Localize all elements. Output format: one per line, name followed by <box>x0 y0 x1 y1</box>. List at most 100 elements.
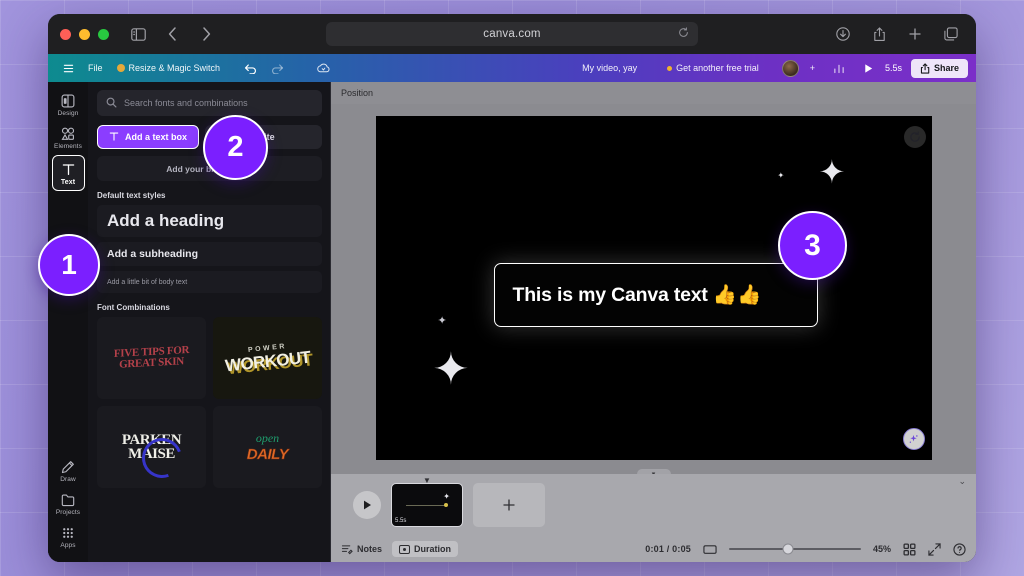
font-combination-card[interactable]: open DAILY <box>213 406 322 488</box>
back-arrow-icon[interactable] <box>159 21 185 47</box>
trial-dot-icon <box>667 65 673 71</box>
combo-text: FIVE TIPS FOR GREAT SKIN <box>113 343 190 371</box>
add-text-box-label: Add a text box <box>125 132 188 142</box>
canvas-area: ✦ ✦ ✦ ✦ This is my Canva text 👍👍 ▾ <box>331 104 976 478</box>
add-a-text-box-button[interactable]: Add a text box <box>97 125 200 149</box>
sidebar-item-design[interactable]: Design <box>51 89 85 120</box>
fit-screen-icon[interactable] <box>703 544 717 555</box>
topbar-right-group: My video, yay Get another free trial + 5… <box>575 58 968 78</box>
duration-button[interactable]: Duration <box>392 541 459 557</box>
step-badge-1: 1 <box>38 234 100 296</box>
search-input[interactable]: Search fonts and combinations <box>97 90 322 116</box>
sidebar-item-label: Projects <box>55 509 81 516</box>
animate-refresh-icon[interactable] <box>903 126 926 148</box>
minimize-window-button[interactable] <box>79 28 90 40</box>
notes-button[interactable]: Notes <box>341 544 382 555</box>
timeline-play-button[interactable] <box>353 491 381 519</box>
hamburger-menu-icon[interactable] <box>56 60 81 77</box>
tab-overview-icon[interactable] <box>938 21 964 47</box>
new-tab-icon[interactable] <box>902 21 928 47</box>
body-style-label: Add a little bit of body text <box>107 278 188 286</box>
duration-label: Duration <box>414 544 452 554</box>
default-text-styles-heading: Default text styles <box>97 191 166 200</box>
subheading-style-label: Add a subheading <box>107 248 199 260</box>
navigation-arrows <box>159 21 219 47</box>
document-title[interactable]: My video, yay <box>575 60 644 76</box>
search-placeholder: Search fonts and combinations <box>124 98 248 108</box>
zoom-slider[interactable] <box>728 543 861 555</box>
selected-text-box[interactable]: This is my Canva text 👍👍 <box>493 263 818 327</box>
forward-arrow-icon[interactable] <box>193 21 219 47</box>
add-collaborator-button[interactable]: + <box>803 60 822 76</box>
file-menu-button[interactable]: File <box>81 60 110 76</box>
preview-play-button[interactable] <box>856 60 881 77</box>
browser-actions <box>830 21 964 47</box>
maximize-window-button[interactable] <box>98 28 109 40</box>
magic-sparkle-icon[interactable] <box>902 428 925 450</box>
close-window-button[interactable] <box>60 28 71 40</box>
cloud-saved-icon[interactable] <box>309 60 338 77</box>
position-toolbar[interactable]: Position <box>331 82 976 104</box>
font-combination-card[interactable]: POWER WORKOUT <box>213 317 322 399</box>
help-icon[interactable] <box>953 542 966 556</box>
sidebar-item-label: Draw <box>60 476 76 483</box>
share-icon[interactable] <box>866 21 892 47</box>
free-trial-button[interactable]: Get another free trial <box>660 60 766 76</box>
video-duration-label: 5.5s <box>884 63 902 73</box>
timeline-collapse-icon[interactable]: ⌄ <box>958 476 966 487</box>
sidebar-item-label: Design <box>57 110 79 117</box>
crown-icon <box>116 64 125 72</box>
thumb-star-icon: ✦ <box>443 492 450 501</box>
combo-text: DAILY <box>246 446 289 464</box>
share-button[interactable]: Share <box>910 58 968 78</box>
add-a-heading-style[interactable]: Add a heading <box>97 205 322 237</box>
download-icon[interactable] <box>830 21 856 47</box>
zoom-knob[interactable] <box>782 543 794 555</box>
avatar[interactable] <box>781 59 799 77</box>
zoom-track <box>728 548 861 550</box>
redo-button[interactable] <box>264 60 291 77</box>
sidebar-item-projects[interactable]: Projects <box>51 488 85 519</box>
notes-label: Notes <box>357 544 383 554</box>
sidebar-item-draw[interactable]: Draw <box>51 455 85 486</box>
status-right-group: 0:01 / 0:05 45% <box>645 542 966 556</box>
font-combination-card[interactable]: PARKEN MAISE <box>97 406 206 488</box>
sidebar-toggle-icon[interactable] <box>125 21 151 47</box>
thumb-accent-dot <box>444 503 448 507</box>
sidebar-item-label: Apps <box>60 542 76 549</box>
position-label: Position <box>341 88 374 98</box>
step-badge-label: 2 <box>227 131 244 163</box>
page-duration-label: 5.5s <box>395 518 407 524</box>
sidebar-item-apps[interactable]: Apps <box>51 521 85 552</box>
status-row: Notes Duration 0:01 / 0:05 45% <box>331 536 976 562</box>
search-icon <box>106 97 117 110</box>
time-code: 0:01 / 0:05 <box>645 544 691 554</box>
sidebar-item-text[interactable]: Text <box>51 155 85 191</box>
combo-subtext: open <box>255 431 280 445</box>
step-badge-label: 1 <box>61 249 77 280</box>
reload-icon[interactable] <box>678 27 689 41</box>
add-page-button[interactable] <box>473 483 545 527</box>
address-bar[interactable]: canva.com <box>326 22 698 46</box>
resize-magic-switch-button[interactable]: Resize & Magic Switch <box>110 60 228 76</box>
sidebar-item-label: Elements <box>54 143 82 150</box>
bottom-bar: ▼ ⌄ ✦ 5.5s Notes Duration 0:01 / 0:05 45… <box>331 474 976 562</box>
font-combination-card[interactable]: FIVE TIPS FOR GREAT SKIN <box>97 317 206 399</box>
add-a-subheading-style[interactable]: Add a subheading <box>97 242 322 266</box>
duration-icon <box>399 544 411 554</box>
star-decoration: ✦ <box>437 315 447 327</box>
fullscreen-icon[interactable] <box>928 542 941 556</box>
add-body-text-style[interactable]: Add a little bit of body text <box>97 271 322 293</box>
design-canvas[interactable]: ✦ ✦ ✦ ✦ This is my Canva text 👍👍 <box>375 116 932 460</box>
zoom-percent-label: 45% <box>872 544 891 554</box>
undo-button[interactable] <box>237 60 264 77</box>
combo-text: PARKEN MAISE <box>121 431 182 462</box>
star-decoration: ✦ <box>777 171 785 180</box>
page-thumbnail[interactable]: ✦ 5.5s <box>391 483 463 527</box>
font-combinations-grid: FIVE TIPS FOR GREAT SKIN POWER WORKOUT P… <box>97 317 322 488</box>
sidebar-item-elements[interactable]: Elements <box>51 122 85 153</box>
canvas-column: Position ✦ ✦ ✦ ✦ This is my Canva text 👍… <box>331 82 976 562</box>
insights-icon[interactable] <box>826 60 852 77</box>
step-badge-3: 3 <box>778 211 847 280</box>
grid-view-icon[interactable] <box>903 542 916 556</box>
